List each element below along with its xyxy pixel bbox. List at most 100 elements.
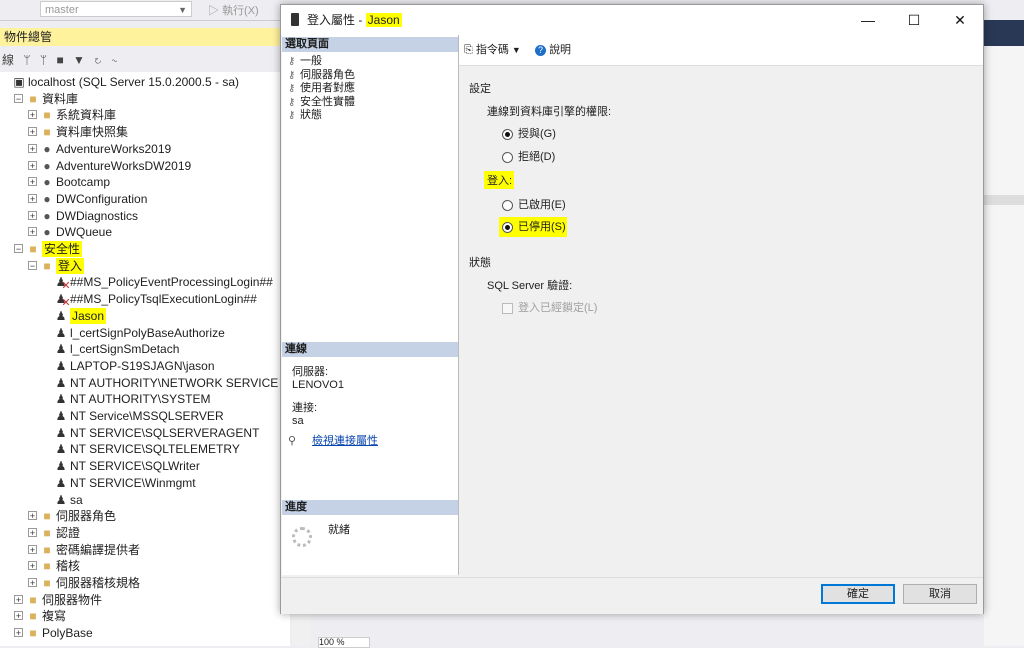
tree-node[interactable]: ♟ NT SERVICE\Winmgmt — [0, 475, 290, 491]
tree-node-label: NT SERVICE\SQLSERVERAGENT — [70, 425, 260, 440]
expand-icon[interactable]: + — [14, 611, 23, 621]
expand-icon[interactable]: + — [14, 628, 23, 638]
user-icon: ♟ — [55, 375, 67, 390]
tree-node[interactable]: + ● AdventureWorksDW2019 — [0, 158, 290, 174]
progress-spinner-icon — [292, 527, 312, 547]
disabled-radio[interactable] — [502, 222, 513, 233]
expand-icon[interactable]: + — [28, 227, 37, 237]
collapse-icon[interactable]: − — [14, 244, 23, 254]
tree-node[interactable]: ♟ NT SERVICE\SQLSERVERAGENT — [0, 425, 290, 441]
tree-node[interactable]: ▣ localhost (SQL Server 15.0.2000.5 - sa) — [0, 74, 290, 90]
tree-node[interactable]: − ■ 資料庫 — [0, 91, 290, 107]
zoom-selector[interactable]: 100 % — [318, 637, 370, 648]
expand-icon[interactable]: + — [28, 177, 37, 187]
maximize-icon[interactable]: ☐ — [891, 5, 937, 35]
expand-icon[interactable]: + — [28, 160, 37, 170]
database-selector[interactable]: master ▼ — [40, 1, 192, 17]
tree-node[interactable]: ♟ ✕ ##MS_PolicyEventProcessingLogin## — [0, 274, 290, 292]
enabled-radio[interactable] — [502, 200, 513, 211]
tree-node[interactable]: − ■ 安全性 — [0, 241, 290, 257]
tree-node[interactable]: ♟ Jason — [0, 307, 290, 324]
cancel-button[interactable]: 取消 — [903, 584, 977, 604]
tree-node[interactable]: ♟ ✕ ##MS_PolicyTsqlExecutionLogin## — [0, 291, 290, 309]
expand-icon[interactable]: + — [28, 210, 37, 220]
tree-node-label: 稽核 — [56, 559, 81, 574]
tree-node[interactable]: + ■ 資料庫快照集 — [0, 124, 290, 140]
tree-node[interactable]: + ■ PolyBase — [0, 625, 290, 641]
tree-node-label: 伺服器角色 — [56, 509, 117, 524]
tree-node[interactable]: ♟ NT Service\MSSQLSERVER — [0, 408, 290, 424]
collapse-icon[interactable]: − — [14, 93, 23, 103]
folder-icon: ■ — [43, 108, 51, 123]
locked-checkbox[interactable] — [502, 303, 513, 314]
tree-node[interactable]: + ● AdventureWorks2019 — [0, 141, 290, 157]
page-item[interactable]: ⚷ 使用者對應 — [288, 81, 355, 95]
tree-node[interactable]: + ● DWDiagnostics — [0, 208, 290, 224]
grant-radio[interactable] — [502, 129, 513, 140]
tree-node[interactable]: ♟ NT SERVICE\SQLWriter — [0, 458, 290, 474]
collapse-icon[interactable]: − — [28, 260, 37, 270]
activity-monitor-icon[interactable]: ∿ — [111, 53, 121, 67]
connect-icon[interactable]: ᛘ — [23, 53, 33, 67]
expand-icon[interactable]: + — [28, 127, 37, 137]
page-item[interactable]: ⚷ 一般 — [288, 54, 322, 68]
expand-icon[interactable]: + — [28, 511, 37, 521]
execute-button[interactable]: ▷ 執行(X) — [208, 2, 259, 18]
tree-node[interactable]: ♟ l_certSignSmDetach — [0, 341, 290, 357]
chevron-down-icon[interactable]: ▼ — [512, 45, 521, 55]
expand-icon[interactable]: + — [28, 561, 37, 571]
page-item[interactable]: ⚷ 狀態 — [288, 108, 322, 122]
expand-icon[interactable]: + — [28, 110, 37, 120]
folder-icon: ■ — [43, 509, 51, 524]
help-button[interactable]: ? 說明 — [535, 43, 571, 57]
tree-node[interactable]: + ● DWQueue — [0, 224, 290, 240]
tree-node[interactable]: ♟ LAPTOP-S19SJAGN\jason — [0, 358, 290, 374]
expand-icon[interactable]: + — [28, 578, 37, 588]
disabled-label[interactable]: 已停用(S) — [518, 220, 566, 234]
expand-icon[interactable]: + — [28, 193, 37, 203]
user-icon: ♟ — [55, 475, 67, 490]
folder-icon: ■ — [43, 559, 51, 574]
tree-node[interactable]: + ■ 稽核 — [0, 558, 290, 574]
close-icon[interactable]: ✕ — [937, 5, 983, 35]
tree-node[interactable]: − ■ 登入 — [0, 257, 290, 274]
tree-node[interactable]: + ■ 伺服器稽核規格 — [0, 575, 290, 591]
deny-label[interactable]: 拒絕(D) — [518, 150, 555, 164]
page-item[interactable]: ⚷ 伺服器角色 — [288, 68, 355, 82]
tree-node[interactable]: + ■ 認證 — [0, 525, 290, 541]
tree-node[interactable]: + ■ 複寫 — [0, 608, 290, 624]
enabled-label[interactable]: 已啟用(E) — [518, 198, 566, 212]
progress-status: 就緒 — [328, 524, 350, 536]
expand-icon[interactable]: + — [28, 527, 37, 537]
grant-label[interactable]: 授與(G) — [518, 127, 556, 141]
tree-node[interactable]: ♟ NT AUTHORITY\SYSTEM — [0, 391, 290, 407]
deny-radio[interactable] — [502, 152, 513, 163]
connect-label[interactable]: 線 — [2, 53, 17, 67]
tree-node[interactable]: + ■ 伺服器角色 — [0, 508, 290, 524]
tree-node[interactable]: ♟ NT AUTHORITY\NETWORK SERVICE — [0, 375, 290, 391]
script-button[interactable]: ⎘ 指令碼 ▼ — [464, 43, 521, 57]
tree-node[interactable]: + ■ 伺服器物件 — [0, 592, 290, 608]
tree-node-label: ##MS_PolicyEventProcessingLogin## — [70, 275, 273, 290]
expand-icon[interactable]: + — [28, 143, 37, 153]
tree-node[interactable]: ♟ NT SERVICE\SQLTELEMETRY — [0, 441, 290, 457]
tree-node[interactable]: + ● Bootcamp — [0, 174, 290, 190]
tree-node[interactable]: ♟ l_certSignPolyBaseAuthorize — [0, 325, 290, 341]
object-explorer-title: 物件總管 — [0, 28, 294, 46]
ok-button[interactable]: 確定 — [821, 584, 895, 604]
tree-node-label: PolyBase — [42, 626, 93, 641]
page-item[interactable]: ⚷ 安全性實體 — [288, 95, 355, 109]
refresh-icon[interactable]: ↻ — [94, 53, 104, 67]
filter-icon[interactable]: ▼ — [73, 53, 88, 67]
tree-node[interactable]: + ● DWConfiguration — [0, 191, 290, 207]
minimize-icon[interactable]: — — [845, 5, 891, 35]
view-connection-properties-link[interactable]: 檢視連接屬性 — [312, 434, 378, 448]
tree-node[interactable]: ♟ sa — [0, 492, 290, 508]
tree-node[interactable]: + ■ 密碼編譯提供者 — [0, 542, 290, 558]
tree-node[interactable]: + ■ 系統資料庫 — [0, 107, 290, 123]
expand-icon[interactable]: + — [14, 594, 23, 604]
expand-icon[interactable]: + — [28, 544, 37, 554]
disconnect-icon[interactable]: ᛘ — [40, 53, 50, 67]
tree-node-label: 登入 — [56, 257, 85, 274]
stop-icon[interactable]: ■ — [56, 53, 66, 67]
